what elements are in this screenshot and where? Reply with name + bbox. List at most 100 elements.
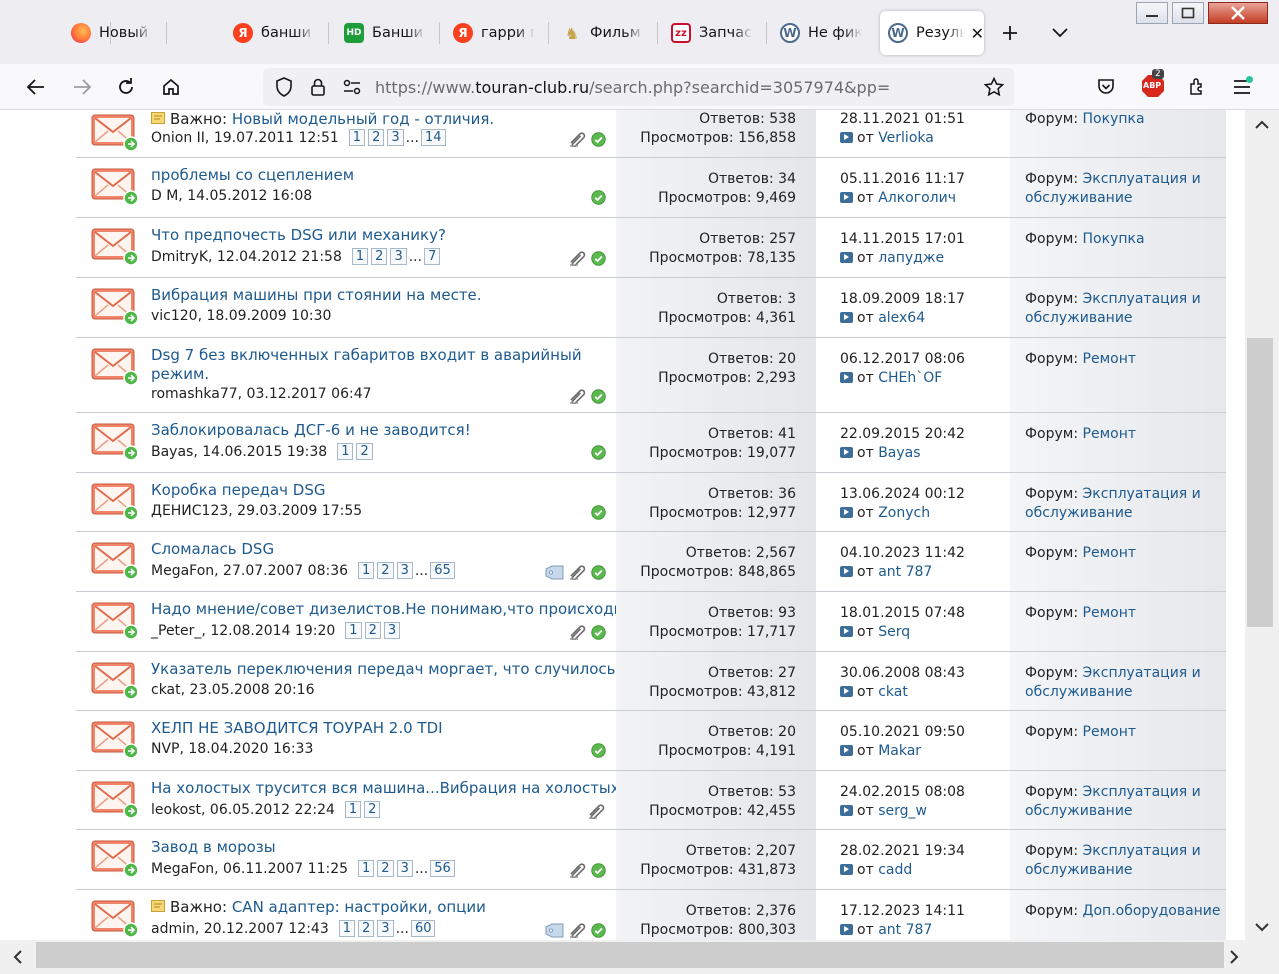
page-link[interactable]: 1 bbox=[344, 801, 362, 818]
forum-link[interactable]: Эксплуатация и bbox=[1083, 291, 1201, 307]
forum-link[interactable]: Эксплуатация и bbox=[1083, 784, 1201, 800]
forum-link[interactable]: Ремонт bbox=[1083, 724, 1137, 740]
envelope-icon[interactable] bbox=[91, 421, 139, 461]
forum-link[interactable]: Покупка bbox=[1083, 231, 1145, 247]
last-post-icon[interactable] bbox=[840, 625, 853, 637]
close-window-button[interactable] bbox=[1208, 2, 1268, 24]
reload-button[interactable] bbox=[112, 74, 140, 100]
last-post-author[interactable]: ant 787 bbox=[878, 922, 932, 938]
page-link[interactable]: 3 bbox=[377, 920, 394, 937]
tab-6[interactable]: zz Запчасти bbox=[663, 11, 763, 55]
page-link[interactable]: 2 bbox=[377, 562, 394, 579]
menu-icon[interactable] bbox=[1230, 76, 1254, 98]
page-link[interactable]: 2 bbox=[356, 443, 373, 460]
page-link[interactable]: 7 bbox=[424, 248, 441, 265]
page-link[interactable]: 3 bbox=[396, 860, 413, 877]
tab-3[interactable]: HD Банши с bbox=[336, 11, 436, 55]
page-link[interactable]: 3 bbox=[383, 622, 401, 639]
envelope-icon[interactable] bbox=[91, 719, 139, 759]
scroll-down-icon[interactable] bbox=[1251, 916, 1273, 938]
forum-link-cont[interactable]: обслуживание bbox=[1025, 190, 1133, 206]
page-link[interactable]: 1 bbox=[358, 860, 375, 877]
last-post-icon[interactable] bbox=[840, 685, 853, 697]
page-link[interactable]: 2 bbox=[368, 129, 385, 146]
page-link[interactable]: 1 bbox=[345, 622, 362, 639]
tab-1[interactable]: Новый пр bbox=[63, 11, 163, 55]
last-post-author[interactable]: serg_w bbox=[878, 803, 927, 819]
thread-title[interactable]: Что предпочесть DSG или механику? bbox=[151, 226, 446, 244]
vertical-scroll-thumb[interactable] bbox=[1247, 338, 1273, 627]
last-post-icon[interactable] bbox=[840, 311, 853, 323]
envelope-icon[interactable] bbox=[91, 481, 139, 521]
thread-title[interactable]: Сломалась DSG bbox=[151, 540, 274, 558]
envelope-icon[interactable] bbox=[91, 838, 139, 878]
thread-title[interactable]: Вибрация машины при стоянии на месте. bbox=[151, 286, 482, 304]
shield-icon[interactable] bbox=[273, 77, 295, 97]
permissions-icon[interactable] bbox=[341, 77, 363, 97]
last-post-icon[interactable] bbox=[840, 506, 853, 518]
thread-title[interactable]: проблемы со сцеплением bbox=[151, 166, 354, 184]
page-link[interactable]: 2 bbox=[371, 248, 388, 265]
envelope-icon[interactable] bbox=[91, 226, 139, 266]
forward-button[interactable] bbox=[68, 74, 96, 100]
forum-link[interactable]: Эксплуатация и bbox=[1083, 171, 1201, 187]
thread-title[interactable]: Надо мнение/совет дизелистов.Не понимаю,… bbox=[151, 600, 632, 618]
thread-title[interactable]: Завод в морозы bbox=[151, 838, 276, 856]
forum-link-cont[interactable]: обслуживание bbox=[1025, 684, 1133, 700]
envelope-icon[interactable] bbox=[91, 600, 139, 640]
page-link[interactable]: 1 bbox=[337, 443, 354, 460]
last-post-icon[interactable] bbox=[840, 863, 853, 875]
tab-8[interactable]: W Резуль ✕ bbox=[880, 11, 984, 55]
maximize-button[interactable] bbox=[1172, 2, 1204, 24]
thread-title[interactable]: Заблокировалась ДСГ-6 и не заводится! bbox=[151, 421, 471, 439]
scroll-left-icon[interactable] bbox=[8, 946, 28, 968]
last-post-author[interactable]: cadd bbox=[878, 862, 912, 878]
forum-link[interactable]: Ремонт bbox=[1083, 545, 1137, 561]
forum-link[interactable]: Эксплуатация и bbox=[1083, 665, 1201, 681]
last-post-icon[interactable] bbox=[840, 923, 853, 935]
page-link[interactable]: 2 bbox=[364, 801, 381, 818]
thread-title[interactable]: Dsg 7 без включенных габаритов входит в … bbox=[151, 346, 582, 364]
last-post-author[interactable]: Алкоголич bbox=[878, 190, 956, 206]
last-post-author[interactable]: alex64 bbox=[878, 310, 925, 326]
forum-link[interactable]: Эксплуатация и bbox=[1083, 843, 1201, 859]
page-link[interactable]: 14 bbox=[421, 129, 446, 146]
thread-title[interactable]: Указатель переключения передач моргает, … bbox=[151, 660, 623, 678]
tab-4[interactable]: Ягарри по bbox=[445, 11, 545, 55]
page-link[interactable]: 1 bbox=[348, 129, 366, 146]
last-post-icon[interactable] bbox=[840, 131, 853, 143]
envelope-icon[interactable] bbox=[91, 346, 139, 386]
forum-link[interactable]: Ремонт bbox=[1083, 605, 1137, 621]
thread-title[interactable]: На холостых трусится вся машина...Вибрац… bbox=[151, 779, 620, 797]
last-post-author[interactable]: Verlioka bbox=[878, 130, 934, 146]
envelope-icon[interactable] bbox=[91, 779, 139, 819]
page-link[interactable]: 3 bbox=[387, 129, 404, 146]
last-post-icon[interactable] bbox=[840, 191, 853, 203]
page-link[interactable]: 2 bbox=[377, 860, 394, 877]
list-tabs-button[interactable] bbox=[1046, 20, 1074, 46]
extensions-icon[interactable] bbox=[1186, 76, 1208, 98]
adblock-icon[interactable]: ABP 2 bbox=[1140, 69, 1166, 100]
envelope-icon[interactable] bbox=[91, 112, 139, 152]
bookmark-star-icon[interactable] bbox=[983, 77, 1005, 97]
page-link[interactable]: 60 bbox=[410, 920, 436, 937]
forum-link[interactable]: Эксплуатация и bbox=[1083, 486, 1201, 502]
page-link[interactable]: 1 bbox=[358, 562, 375, 579]
url-text[interactable]: https://www.touran-club.ru/search.php?se… bbox=[375, 78, 890, 97]
page-link[interactable]: 2 bbox=[358, 920, 375, 937]
last-post-author[interactable]: CHEh`OF bbox=[878, 370, 942, 386]
minimize-button[interactable] bbox=[1136, 2, 1168, 24]
thread-title[interactable]: Коробка передач DSG bbox=[151, 481, 325, 499]
close-tab-icon[interactable]: ✕ bbox=[971, 24, 984, 43]
tab-7[interactable]: W Не фикс bbox=[772, 11, 872, 55]
forum-link[interactable]: Ремонт bbox=[1083, 351, 1137, 367]
page-link[interactable]: 1 bbox=[338, 920, 356, 937]
pocket-icon[interactable] bbox=[1095, 76, 1117, 98]
url-bar[interactable]: https://www.touran-club.ru/search.php?se… bbox=[263, 68, 1014, 106]
last-post-author[interactable]: Makar bbox=[878, 743, 921, 759]
page-link[interactable]: 56 bbox=[430, 860, 455, 877]
tab-2[interactable]: Ябанши с bbox=[225, 11, 325, 55]
last-post-icon[interactable] bbox=[840, 371, 853, 383]
page-link[interactable]: 65 bbox=[430, 562, 455, 579]
scroll-up-icon[interactable] bbox=[1251, 114, 1273, 136]
